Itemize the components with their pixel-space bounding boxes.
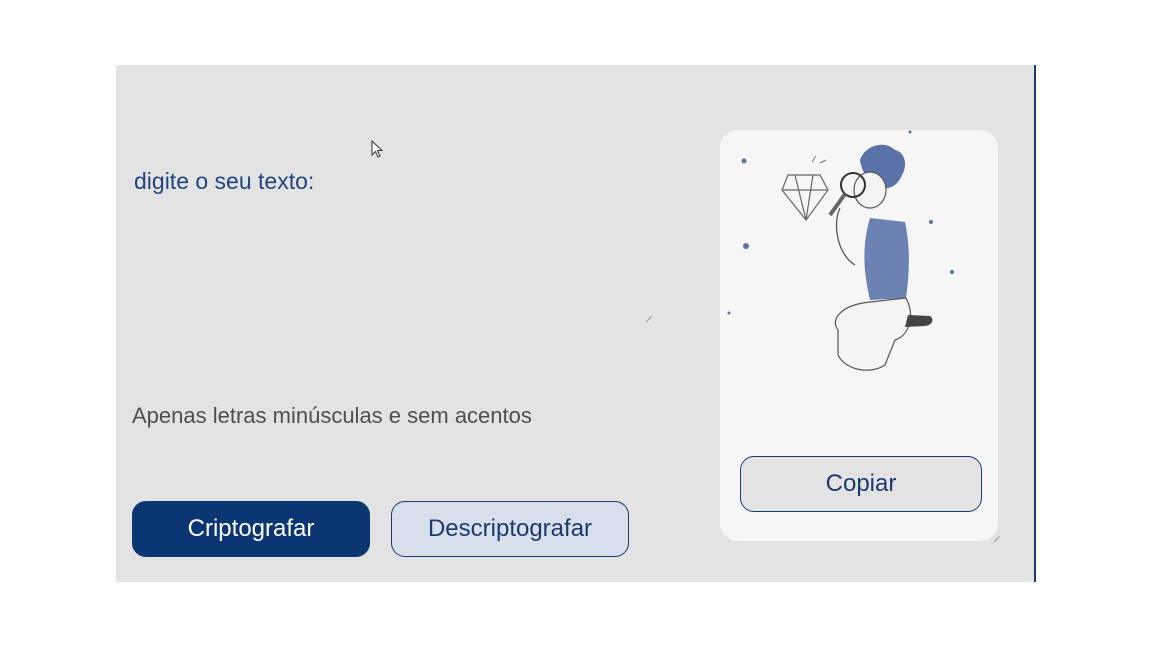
resize-handle[interactable] xyxy=(987,530,1001,543)
hint-text: Apenas letras minúsculas e sem acentos xyxy=(132,403,532,428)
text-input-placeholder: digite o seu texto: xyxy=(134,168,315,194)
output-card: Copiar xyxy=(720,130,1001,543)
search-illustration xyxy=(727,130,954,371)
hint-message: Apenas letras minúsculas e sem acentos xyxy=(132,403,532,429)
app-container: digite o seu texto: Apenas letras minúsc… xyxy=(116,65,1036,582)
resize-handle[interactable] xyxy=(639,310,653,323)
copy-button[interactable]: Copiar xyxy=(740,456,982,512)
decrypt-button[interactable]: Descriptografar xyxy=(391,501,629,557)
encrypt-button[interactable]: Criptografar xyxy=(132,501,370,557)
text-input-area[interactable]: digite o seu texto: xyxy=(134,140,654,325)
